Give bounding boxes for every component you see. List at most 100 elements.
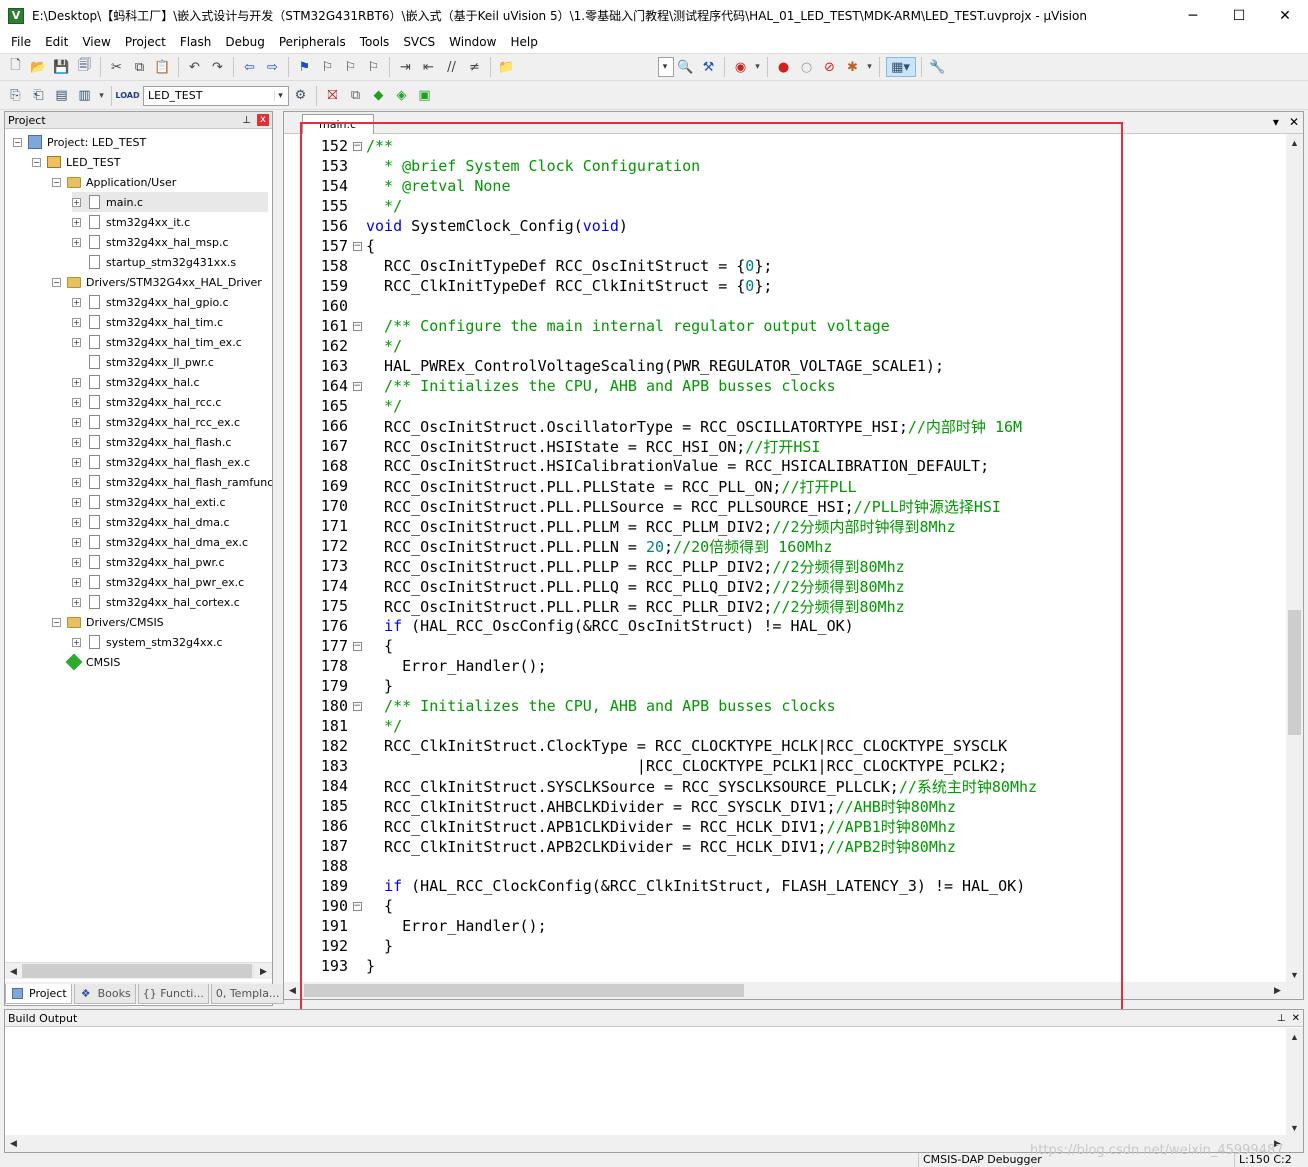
tree-item[interactable]: + stm32g4xx_hal_pwr.c bbox=[72, 552, 225, 572]
breakpoint-icon[interactable]: ● bbox=[774, 57, 794, 77]
tree-item[interactable]: CMSIS bbox=[52, 652, 120, 672]
tree-item[interactable]: startup_stm32g431xx.s bbox=[72, 252, 236, 272]
code-line[interactable]: 165 */ bbox=[284, 396, 1284, 416]
code-line[interactable]: 164− /** Initializes the CPU, AHB and AP… bbox=[284, 376, 1284, 396]
next-bookmark-icon[interactable]: ⚐ bbox=[341, 57, 361, 77]
kill-breakpoints-icon[interactable]: ✱ bbox=[843, 57, 863, 77]
scroll-thumb[interactable] bbox=[304, 984, 744, 997]
code-line[interactable]: 183 |RCC_CLOCKTYPE_PCLK1|RCC_CLOCKTYPE_P… bbox=[284, 756, 1284, 776]
menu-edit[interactable]: Edit bbox=[38, 35, 75, 49]
tree-item[interactable]: + stm32g4xx_hal_flash_ex.c bbox=[72, 452, 250, 472]
scroll-up-icon[interactable]: ▲ bbox=[1286, 1028, 1303, 1045]
code-line[interactable]: 191 Error_Handler(); bbox=[284, 916, 1284, 936]
expand-icon[interactable]: + bbox=[72, 637, 81, 647]
select-software-packs-icon[interactable]: ◈ bbox=[392, 86, 412, 106]
menu-view[interactable]: View bbox=[75, 35, 117, 49]
tree-item[interactable]: − Project: LED_TEST bbox=[13, 132, 146, 152]
tree-item[interactable]: − LED_TEST bbox=[32, 152, 120, 172]
build-output-text[interactable] bbox=[5, 1028, 1286, 1135]
window-layout-icon[interactable]: ▦▾ bbox=[885, 57, 916, 77]
code-line[interactable]: 160 bbox=[284, 296, 1284, 316]
code-line[interactable]: 154 * @retval None bbox=[284, 176, 1284, 196]
expand-icon[interactable]: + bbox=[72, 337, 81, 347]
navigate-forward-icon[interactable]: ⇨ bbox=[263, 57, 283, 77]
expand-icon[interactable]: + bbox=[72, 297, 81, 307]
prev-bookmark-icon[interactable]: ⚐ bbox=[318, 57, 338, 77]
paste-icon[interactable]: 📋 bbox=[153, 57, 173, 77]
code-line[interactable]: 159 RCC_ClkInitTypeDef RCC_ClkInitStruct… bbox=[284, 276, 1284, 296]
tree-item[interactable]: + stm32g4xx_hal_dma_ex.c bbox=[72, 532, 248, 552]
tree-item[interactable]: − Application/User bbox=[52, 172, 176, 192]
fold-collapse-icon[interactable]: − bbox=[352, 701, 362, 711]
code-line[interactable]: 157−{ bbox=[284, 236, 1284, 256]
code-line[interactable]: 161− /** Configure the main internal reg… bbox=[284, 316, 1284, 336]
code-line[interactable]: 162 */ bbox=[284, 336, 1284, 356]
tree-item[interactable]: + stm32g4xx_hal_msp.c bbox=[72, 232, 229, 252]
tree-item[interactable]: + stm32g4xx_hal_exti.c bbox=[72, 492, 226, 512]
code-line[interactable]: 181 */ bbox=[284, 716, 1284, 736]
project-horizontal-scrollbar[interactable]: ◀ ▶ bbox=[5, 962, 272, 979]
tree-item[interactable]: + stm32g4xx_hal_tim.c bbox=[72, 312, 223, 332]
code-line[interactable]: 179 } bbox=[284, 676, 1284, 696]
tree-item[interactable]: + stm32g4xx_hal_flash_ramfunc. bbox=[72, 472, 272, 492]
scroll-right-icon[interactable]: ▶ bbox=[1269, 983, 1286, 999]
tab-templates[interactable]: 0, Templa... bbox=[210, 984, 285, 1004]
collapse-icon[interactable]: − bbox=[32, 157, 41, 167]
menu-help[interactable]: Help bbox=[503, 35, 544, 49]
find-icon[interactable]: 🔍 bbox=[676, 57, 696, 77]
expand-icon[interactable]: + bbox=[72, 237, 81, 247]
save-icon[interactable]: 💾 bbox=[52, 57, 72, 77]
expand-icon[interactable]: + bbox=[72, 537, 81, 547]
code-line[interactable]: 169 RCC_OscInitStruct.PLL.PLLState = RCC… bbox=[284, 476, 1284, 496]
tab-functions[interactable]: {} Functi... bbox=[137, 984, 209, 1004]
expand-icon[interactable]: + bbox=[72, 397, 81, 407]
code-line[interactable]: 186 RCC_ClkInitStruct.APB1CLKDivider = R… bbox=[284, 816, 1284, 836]
chevron-down-icon[interactable]: ▾ bbox=[754, 57, 762, 77]
code-line[interactable]: 172 RCC_OscInitStruct.PLL.PLLN = 20;//20… bbox=[284, 536, 1284, 556]
expand-icon[interactable]: + bbox=[72, 217, 81, 227]
tree-item[interactable]: + stm32g4xx_hal_gpio.c bbox=[72, 292, 229, 312]
maximize-button[interactable]: ☐ bbox=[1216, 0, 1262, 31]
tree-item[interactable]: + stm32g4xx_hal_rcc.c bbox=[72, 392, 221, 412]
scroll-down-icon[interactable]: ▼ bbox=[1286, 966, 1303, 983]
manage-project-items-icon[interactable]: ⛝ bbox=[323, 86, 343, 106]
expand-icon[interactable]: + bbox=[72, 377, 81, 387]
code-line[interactable]: 177− { bbox=[284, 636, 1284, 656]
save-all-icon[interactable]: 🗐 bbox=[75, 57, 95, 77]
scroll-thumb[interactable] bbox=[22, 964, 252, 978]
incremental-find-icon[interactable]: ⚒ bbox=[699, 57, 719, 77]
fold-collapse-icon[interactable]: − bbox=[352, 321, 362, 331]
code-area[interactable]: 152−/** 153 * @brief System Clock Configu… bbox=[284, 134, 1286, 983]
comment-icon[interactable]: // bbox=[442, 57, 462, 77]
code-line[interactable]: 173 RCC_OscInitStruct.PLL.PLLP = RCC_PLL… bbox=[284, 556, 1284, 576]
code-line[interactable]: 156 void SystemClock_Config(void) bbox=[284, 216, 1284, 236]
close-icon[interactable]: ✕ bbox=[1292, 1013, 1300, 1024]
expand-icon[interactable]: + bbox=[72, 477, 81, 487]
download-icon[interactable]: LOAD bbox=[115, 86, 139, 106]
bookmark-icon[interactable]: ⚑ bbox=[295, 57, 315, 77]
menu-window[interactable]: Window bbox=[442, 35, 503, 49]
tree-item[interactable]: + stm32g4xx_hal_cortex.c bbox=[72, 592, 240, 612]
code-line[interactable]: 166 RCC_OscInitStruct.OscillatorType = R… bbox=[284, 416, 1284, 436]
code-line[interactable]: 153 * @brief System Clock Configuration bbox=[284, 156, 1284, 176]
fold-collapse-icon[interactable]: − bbox=[352, 141, 362, 151]
scroll-right-icon[interactable]: ▶ bbox=[255, 963, 272, 979]
expand-icon[interactable]: + bbox=[72, 417, 81, 427]
code-line[interactable]: 182 RCC_ClkInitStruct.ClockType = RCC_CL… bbox=[284, 736, 1284, 756]
menu-peripherals[interactable]: Peripherals bbox=[272, 35, 353, 49]
code-line[interactable]: 192 } bbox=[284, 936, 1284, 956]
unindent-icon[interactable]: ⇤ bbox=[419, 57, 439, 77]
tree-item[interactable]: + stm32g4xx_it.c bbox=[72, 212, 190, 232]
tab-list-chevron-icon[interactable]: ▾ bbox=[1273, 115, 1279, 129]
tree-item[interactable]: stm32g4xx_ll_pwr.c bbox=[72, 352, 214, 372]
build-output-vertical-scrollbar[interactable]: ▲ ▼ bbox=[1286, 1028, 1303, 1136]
collapse-icon[interactable]: − bbox=[52, 277, 61, 287]
scroll-thumb[interactable] bbox=[1288, 610, 1301, 735]
open-file-icon[interactable]: 📂 bbox=[29, 57, 49, 77]
chevron-down-icon[interactable]: ▾ bbox=[98, 86, 106, 106]
code-line[interactable]: 158 RCC_OscInitTypeDef RCC_OscInitStruct… bbox=[284, 256, 1284, 276]
undo-icon[interactable]: ↶ bbox=[185, 57, 205, 77]
code-line[interactable]: 176 if (HAL_RCC_OscConfig(&RCC_OscInitSt… bbox=[284, 616, 1284, 636]
code-line[interactable]: 184 RCC_ClkInitStruct.SYSCLKSource = RCC… bbox=[284, 776, 1284, 796]
code-line[interactable]: 193} bbox=[284, 956, 1284, 976]
